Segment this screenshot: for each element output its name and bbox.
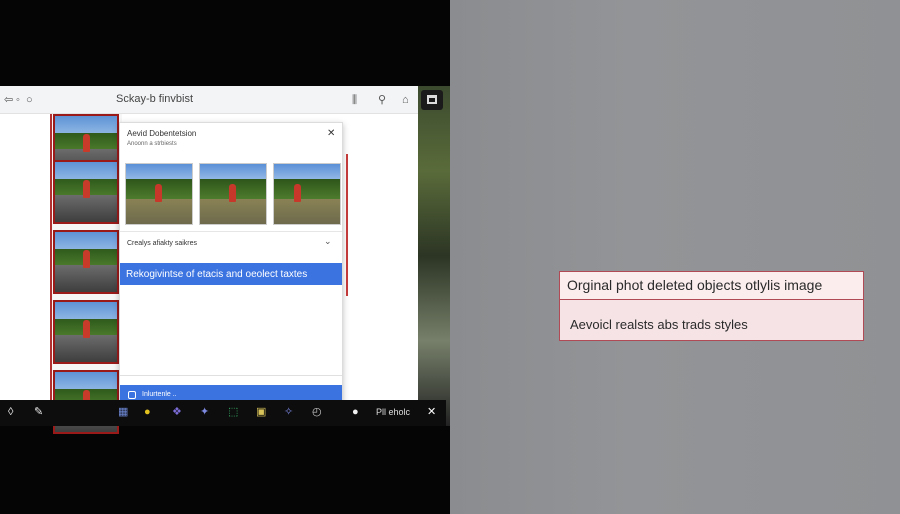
window-title: Sckay-b finvbist bbox=[116, 93, 194, 105]
search-icon[interactable]: ⚲ bbox=[378, 92, 386, 108]
checkbox-icon bbox=[128, 391, 136, 399]
selection-marker bbox=[50, 114, 52, 426]
selection-marker bbox=[346, 154, 348, 296]
window-icon bbox=[427, 95, 437, 104]
right-pane bbox=[450, 0, 900, 514]
crop-icon[interactable]: ⬚ bbox=[228, 405, 238, 419]
dialog-subtitle: Anoonn a strbiests bbox=[127, 141, 177, 147]
style-dropdown[interactable]: Crealys afiakty saikres ⌄ bbox=[120, 231, 342, 255]
sparkle-icon[interactable]: ✦ bbox=[200, 405, 209, 419]
brush-icon[interactable]: ✎ bbox=[34, 405, 43, 419]
toolbar-label: Pll eholc bbox=[376, 407, 411, 417]
side-photo-strip bbox=[418, 86, 450, 426]
film-frame[interactable] bbox=[53, 230, 119, 294]
thumbnail-2[interactable] bbox=[199, 163, 267, 225]
window-toggle-button[interactable] bbox=[421, 90, 443, 110]
thumbnail-1[interactable] bbox=[125, 163, 193, 225]
close-icon[interactable]: ✕ bbox=[427, 405, 436, 418]
drop-icon[interactable]: ◊ bbox=[8, 405, 13, 419]
filmstrip[interactable] bbox=[50, 114, 122, 434]
info-row: Orginal phot deleted objects otlylis ima… bbox=[560, 272, 863, 300]
object-removal-dialog: Aevid Dobentetsion Anoonn a strbiests ✕ … bbox=[119, 122, 343, 408]
close-icon[interactable]: ✕ bbox=[327, 128, 335, 139]
emoji-icon[interactable]: ● bbox=[144, 405, 151, 419]
magic-icon[interactable]: ✧ bbox=[284, 405, 293, 419]
film-frame[interactable] bbox=[53, 300, 119, 364]
selected-option-label: Rekogivintse of etacis and oeolect taxte… bbox=[126, 269, 308, 280]
timer-icon[interactable]: ◴ bbox=[312, 405, 322, 419]
grid-icon[interactable]: ▦ bbox=[118, 405, 128, 419]
chevron-down-icon[interactable]: ⌄ bbox=[324, 236, 332, 247]
film-frame[interactable] bbox=[53, 160, 119, 224]
confirm-label: Inlurtenle .. bbox=[142, 391, 177, 398]
share-icon[interactable]: ⌂ bbox=[402, 92, 409, 108]
dropdown-label: Crealys afiakty saikres bbox=[127, 240, 198, 247]
divider bbox=[120, 375, 342, 376]
image-icon[interactable]: ▣ bbox=[256, 405, 266, 419]
bars-icon[interactable]: ⫼ bbox=[352, 92, 357, 108]
toggle-icon[interactable]: ● bbox=[352, 405, 359, 419]
dot-icon[interactable]: ◦ bbox=[16, 92, 20, 108]
split-icon[interactable]: ❖ bbox=[172, 405, 182, 419]
selected-option[interactable]: Rekogivintse of etacis and oeolect taxte… bbox=[120, 263, 342, 285]
thumbnail-3[interactable] bbox=[273, 163, 341, 225]
circle-icon[interactable]: ○ bbox=[26, 92, 33, 108]
dialog-title: Aevid Dobentetsion bbox=[127, 129, 197, 138]
info-card: Orginal phot deleted objects otlylis ima… bbox=[559, 271, 864, 341]
info-line-1: Orginal phot deleted objects otlylis ima… bbox=[567, 277, 823, 293]
screenshot-stage: ⇦ ◦ ○ Sckay-b finvbist ⫼ ⚲ ⌂ Aevid Doben… bbox=[0, 0, 900, 514]
title-bar: ⇦ ◦ ○ Sckay-b finvbist ⫼ ⚲ ⌂ bbox=[0, 86, 418, 114]
back-arrow-icon[interactable]: ⇦ bbox=[4, 92, 13, 108]
bottom-toolbar: ◊ ✎ ▦ ● ❖ ✦ ⬚ ▣ ✧ ◴ ● Pll eholc ✕ bbox=[0, 400, 446, 426]
info-line-2: Aevoicl realsts abs trads styles bbox=[570, 317, 748, 332]
